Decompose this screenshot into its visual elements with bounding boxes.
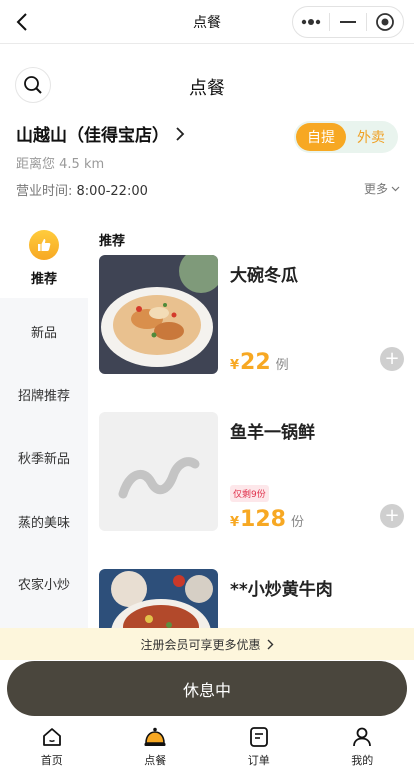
add-to-cart-button[interactable]: +	[380, 347, 404, 371]
hours-value: 8:00-22:00	[76, 184, 148, 199]
minimize-icon	[340, 21, 356, 23]
thumbs-up-icon	[29, 230, 59, 260]
dish-price: ¥ 22 例	[230, 350, 289, 375]
tab-label: 点餐	[144, 754, 167, 767]
chevron-down-icon	[391, 186, 400, 191]
more-info-button[interactable]: 更多	[364, 180, 400, 197]
bell-icon	[144, 727, 166, 746]
more-label: 更多	[363, 182, 388, 196]
tab-label: 我的	[351, 754, 374, 767]
promo-text: 注册会员可享更多优惠	[140, 637, 261, 652]
minimize-button[interactable]	[330, 7, 366, 37]
price-unit: 例	[275, 358, 289, 373]
dish-name: 大碗冬瓜	[230, 266, 298, 286]
currency-symbol: ¥	[230, 515, 240, 530]
menu-item[interactable]: 大碗冬瓜 ¥ 22 例 +	[99, 255, 404, 375]
target-icon	[376, 13, 394, 31]
delivery-option[interactable]: 外卖	[346, 123, 396, 151]
more-options-button[interactable]	[293, 7, 329, 37]
dish-name: 鱼羊一锅鲜	[230, 423, 315, 443]
store-distance: 距离您 4.5 km	[16, 157, 105, 172]
closed-status-button[interactable]: 休息中	[7, 661, 407, 716]
dish-price: ¥ 128 份	[230, 507, 304, 532]
add-to-cart-button[interactable]: +	[380, 504, 404, 528]
plus-icon: +	[384, 505, 400, 526]
tab-home[interactable]: 首页	[0, 720, 104, 780]
stock-badge: 仅剩9份	[230, 485, 269, 502]
tab-orders[interactable]: 订单	[207, 720, 311, 780]
dish-image-placeholder	[99, 412, 218, 531]
menu-item[interactable]: **小炒黄牛肉	[99, 569, 404, 628]
category-sidebar: 推荐 新品 招牌推荐 秋季新品 蒸的美味 农家小炒	[0, 214, 88, 634]
tab-label: 订单	[247, 754, 270, 767]
plus-icon: +	[384, 348, 400, 369]
sidebar-item-label: 推荐	[30, 272, 57, 287]
sidebar-item-stirfry[interactable]: 农家小炒	[0, 574, 88, 593]
dish-image	[99, 569, 218, 628]
member-promo-banner[interactable]: 注册会员可享更多优惠	[0, 628, 414, 660]
menu-item[interactable]: 鱼羊一锅鲜 仅剩9份 ¥ 128 份 +	[99, 412, 404, 532]
bottom-tab-bar: 首页 点餐 订单 我的	[0, 720, 414, 780]
chevron-right-icon	[176, 126, 185, 141]
more-dots-icon	[301, 19, 321, 25]
dish-image	[99, 255, 218, 374]
dish-name: **小炒黄牛肉	[230, 580, 333, 600]
profile-icon	[353, 727, 372, 747]
close-miniprogram-button[interactable]	[367, 7, 403, 37]
page-title: 点餐	[189, 78, 225, 99]
price-value: 22	[240, 350, 271, 375]
sidebar-item-new[interactable]: 新品	[0, 322, 88, 341]
tab-profile[interactable]: 我的	[311, 720, 414, 780]
tab-order-food[interactable]: 点餐	[104, 720, 208, 780]
sidebar-item-steamed[interactable]: 蒸的美味	[0, 512, 88, 531]
price-value: 128	[240, 507, 286, 532]
store-name: 山越山（佳得宝店）	[16, 126, 169, 146]
currency-symbol: ¥	[230, 358, 240, 373]
chevron-right-icon	[267, 639, 273, 649]
sidebar-item-signature[interactable]: 招牌推荐	[0, 385, 88, 404]
tab-label: 首页	[40, 754, 63, 767]
delivery-mode-toggle: 自提 外卖	[294, 121, 398, 153]
capsule-menu	[292, 6, 404, 38]
price-unit: 份	[290, 515, 304, 530]
home-icon	[42, 728, 61, 746]
pickup-option[interactable]: 自提	[296, 123, 346, 151]
navigation-bar: 点餐	[0, 0, 414, 44]
store-name-link[interactable]: 山越山（佳得宝店）	[16, 121, 185, 146]
hours-label: 营业时间:	[16, 184, 73, 199]
sidebar-item-recommend[interactable]: 推荐	[0, 214, 88, 298]
sidebar-item-autumn[interactable]: 秋季新品	[0, 448, 88, 467]
menu-section-title: 推荐	[99, 234, 126, 249]
order-icon	[249, 727, 268, 747]
business-hours: 营业时间: 8:00-22:00	[16, 180, 148, 199]
